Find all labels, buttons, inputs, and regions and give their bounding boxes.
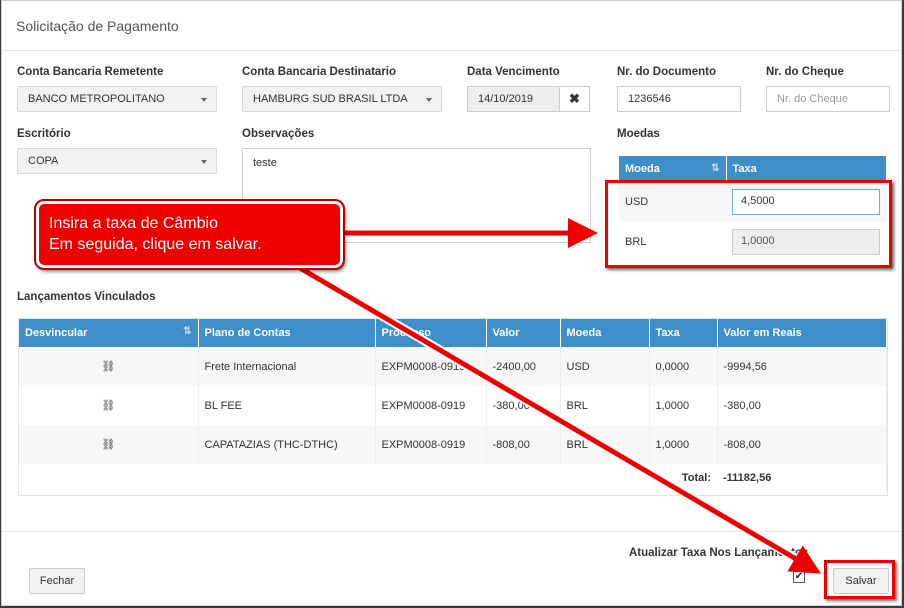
arrow-to-salvar [298,265,821,574]
annotation-arrows [297,218,821,574]
annotation-line-2: Em seguida, clique em salvar. [49,236,262,253]
annotation-line-1: Insira a taxa de Câmbio [49,215,218,232]
annotation-callout: Insira a taxa de Câmbio Em seguida, cliq… [34,199,345,270]
